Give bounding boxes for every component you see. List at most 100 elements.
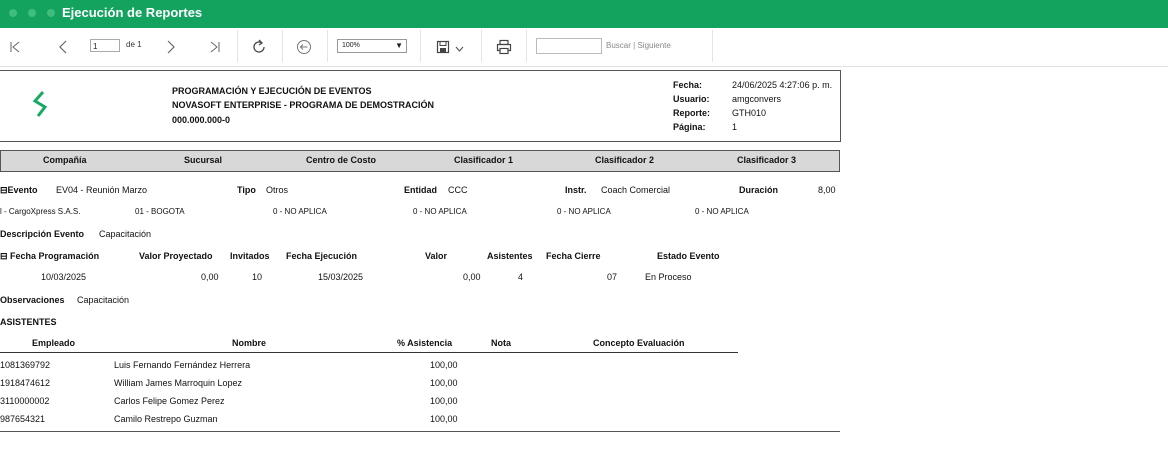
search-input[interactable] xyxy=(536,38,602,54)
report-heading-1: PROGRAMACIÓN Y EJECUCIÓN DE EVENTOS xyxy=(172,86,372,96)
valor-proyectado-value: 0,00 xyxy=(201,272,219,282)
instr-value: Coach Comercial xyxy=(601,185,671,195)
page-number-input[interactable]: 1 xyxy=(90,39,120,52)
toolbar-separator xyxy=(481,30,482,62)
refresh-button[interactable] xyxy=(247,28,271,66)
evento-value: EV04 - Reunión Marzo xyxy=(56,185,148,195)
org-clasificador-1: 0 - NO APLICA xyxy=(413,207,467,216)
toolbar-separator xyxy=(237,30,238,62)
nombre-cell: Camilo Restrepo Guzman xyxy=(114,414,218,424)
asistencia-cell: 100,00 xyxy=(430,360,458,370)
chevron-down-icon xyxy=(455,46,464,52)
last-page-icon xyxy=(210,41,220,53)
last-page-button[interactable] xyxy=(204,28,226,66)
empleado-cell: 1081369792 xyxy=(0,360,51,370)
next-match-link[interactable]: Siguiente xyxy=(637,41,670,50)
column-header: Clasificador 3 xyxy=(737,155,797,165)
report-heading-2: NOVASOFT ENTERPRISE - PROGRAMA DE DEMOST… xyxy=(172,100,435,110)
attendees-header-rule xyxy=(0,352,738,353)
invitados-header: Invitados xyxy=(230,251,270,261)
maximize-window-button[interactable] xyxy=(47,9,55,17)
report-toolbar: 1 de 1 100% ▼ Buscar | Siguiente xyxy=(0,28,1168,67)
reporte-label: Reporte: xyxy=(673,108,711,118)
fecha-ejecucion-header: Fecha Ejecución xyxy=(286,251,358,261)
nombre-cell: William James Marroquin Lopez xyxy=(114,378,243,388)
asistencia-cell: 100,00 xyxy=(430,414,458,424)
nota-header: Nota xyxy=(491,338,511,348)
report-footer-rule xyxy=(0,431,840,432)
column-header: Clasificador 1 xyxy=(454,155,514,165)
export-button[interactable] xyxy=(430,28,470,66)
org-centro-costo: 0 - NO APLICA xyxy=(273,207,327,216)
column-header: Compañía xyxy=(43,155,87,165)
valor-proyectado-header: Valor Proyectado xyxy=(139,251,213,261)
asistentes-value: 4 xyxy=(518,272,524,282)
estado-evento-header: Estado Evento xyxy=(657,251,720,261)
window-controls xyxy=(9,9,55,17)
nombre-cell: Carlos Felipe Gomez Perez xyxy=(114,396,225,406)
instr-label: Instr. xyxy=(565,185,587,195)
window-title: Ejecución de Reportes xyxy=(62,5,203,20)
org-sucursal: 01 - BOGOTA xyxy=(135,207,185,216)
search-links: Buscar | Siguiente xyxy=(606,41,671,50)
reporte-value: GTH010 xyxy=(732,108,767,118)
asistentes-header: Asistentes xyxy=(487,251,533,261)
back-button[interactable] xyxy=(292,28,316,66)
first-page-icon xyxy=(10,41,20,53)
page-count-label: de 1 xyxy=(126,40,142,49)
save-icon xyxy=(436,40,450,54)
zoom-select[interactable]: 100% ▼ xyxy=(337,39,407,53)
company-logo-icon xyxy=(32,91,48,117)
asistentes-title: ASISTENTES xyxy=(0,317,57,327)
first-page-button[interactable] xyxy=(4,28,26,66)
zoom-value: 100% xyxy=(342,42,360,49)
invitados-value: 10 xyxy=(252,272,263,282)
title-bar: Ejecución de Reportes xyxy=(0,0,1168,28)
descripcion-label: Descripción Evento xyxy=(0,229,85,239)
asistencia-cell: 100,00 xyxy=(430,378,458,388)
refresh-icon xyxy=(253,39,265,53)
fecha-ejecucion-value: 15/03/2025 xyxy=(318,272,364,282)
observaciones-value: Capacitación xyxy=(77,295,130,305)
search-link[interactable]: Buscar xyxy=(606,41,631,50)
org-compania: l - CargoXpress S.A.S. xyxy=(0,207,81,216)
duracion-value: 8,00 xyxy=(818,185,836,195)
asistencia-cell: 100,00 xyxy=(430,396,458,406)
usuario-label: Usuario: xyxy=(673,94,710,104)
asistencia-header: % Asistencia xyxy=(397,338,453,348)
pagina-label: Página: xyxy=(673,122,706,132)
tipo-value: Otros xyxy=(266,185,289,195)
pagina-value: 1 xyxy=(732,122,738,132)
toolbar-separator xyxy=(420,30,421,62)
report-heading-3: 000.000.000-0 xyxy=(172,115,231,125)
fecha-programacion-value: 10/03/2025 xyxy=(41,272,87,282)
org-clasificador-3: 0 - NO APLICA xyxy=(695,207,749,216)
fecha-programacion-toggle[interactable]: ⊟ Fecha Programación xyxy=(0,251,99,262)
fecha-cierre-value: 07 xyxy=(607,272,618,282)
column-header: Sucursal xyxy=(184,155,223,165)
fecha-cierre-header: Fecha Cierre xyxy=(546,251,601,261)
usuario-value: amgconvers xyxy=(732,94,782,104)
estado-evento-value: En Proceso xyxy=(645,272,692,282)
minimize-window-button[interactable] xyxy=(28,9,36,17)
column-header: Centro de Costo xyxy=(306,155,377,165)
back-circle-icon xyxy=(297,40,311,54)
valor-value: 0,00 xyxy=(463,272,481,282)
entidad-label: Entidad xyxy=(404,185,437,195)
empleado-header: Empleado xyxy=(32,338,76,348)
previous-page-button[interactable] xyxy=(52,28,74,66)
nombre-cell: Luis Fernando Fernández Herrera xyxy=(114,360,251,370)
printer-icon xyxy=(496,39,512,55)
org-clasificador-2: 0 - NO APLICA xyxy=(557,207,611,216)
toolbar-separator xyxy=(327,30,328,62)
tipo-label: Tipo xyxy=(237,185,256,195)
column-header: Clasificador 2 xyxy=(595,155,655,165)
print-button[interactable] xyxy=(491,28,517,66)
chevron-left-icon xyxy=(59,40,67,54)
evento-toggle[interactable]: ⊟Evento xyxy=(0,185,38,196)
fecha-label: Fecha: xyxy=(673,80,703,90)
next-page-button[interactable] xyxy=(160,28,182,66)
close-window-button[interactable] xyxy=(9,9,17,17)
entidad-value: CCC xyxy=(448,185,468,195)
observaciones-label: Observaciones xyxy=(0,295,65,305)
